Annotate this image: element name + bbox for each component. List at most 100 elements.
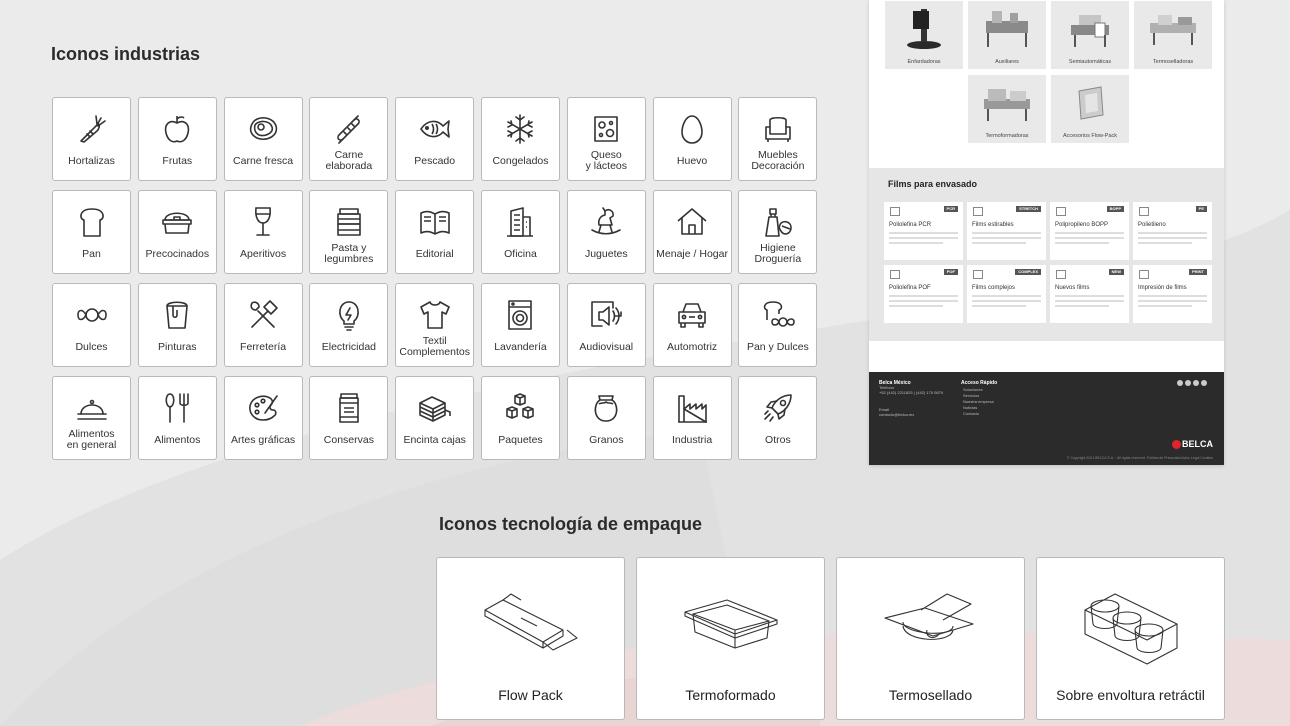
wine-glass-icon [255, 207, 272, 236]
industry-tile[interactable]: Frutas [137, 97, 217, 181]
film-title: Polipropileno BOPP [1055, 222, 1109, 228]
industry-label: Granos [589, 433, 624, 446]
films-section: Films para envasado PCR Poliolefina PCR S… [869, 168, 1224, 341]
film-card[interactable]: NEW Nuevos films [1050, 265, 1129, 323]
house-icon [677, 208, 707, 235]
film-card[interactable]: POF Poliolefina POF [884, 265, 963, 323]
product-card[interactable]: Semiautomáticas [1051, 1, 1129, 69]
industry-tile[interactable]: Artes gráficas [223, 376, 303, 460]
industry-tile[interactable]: Pan y Dulces [738, 283, 818, 367]
product-card[interactable]: Termoselladoras [1134, 1, 1212, 69]
product-card[interactable]: Auxiliares [968, 1, 1046, 69]
industry-tile[interactable]: Ferretería [223, 283, 303, 367]
industry-tile[interactable]: Encinta cajas [395, 376, 475, 460]
industry-label: Alimentos en general [66, 428, 117, 451]
packaging-card[interactable]: Termosellado [836, 557, 1025, 720]
industries-section-title: Iconos industrias [51, 44, 201, 64]
film-card[interactable]: PRINT Impresión de films [1133, 265, 1212, 323]
fish-icon [419, 120, 450, 138]
industry-tile[interactable]: Congelados [480, 97, 560, 181]
industry-tile[interactable]: Automotriz [652, 283, 732, 367]
film-card[interactable]: PE Polietileno [1133, 202, 1212, 260]
product-label: Termoselladoras [1152, 59, 1194, 65]
industry-tile[interactable]: Menaje / Hogar [652, 190, 732, 274]
industry-tile[interactable]: Granos [566, 376, 646, 460]
rocket-icon [764, 394, 792, 422]
film-doc-icon [890, 207, 900, 216]
industry-label: Hortalizas [68, 154, 115, 167]
facebook-icon[interactable] [1177, 380, 1183, 386]
industry-label: Pan y Dulces [746, 340, 809, 353]
thermosealer-machine-icon [1150, 15, 1196, 45]
industry-tile[interactable]: Editorial [395, 190, 475, 274]
product-card[interactable]: Accesorios Flow-Pack [1051, 75, 1129, 143]
flow-pack-icon [484, 593, 578, 651]
industry-tile[interactable]: Paquetes [480, 376, 560, 460]
snowflake-icon [507, 114, 534, 144]
product-label: Termoformadoras [985, 133, 1029, 139]
industry-tile[interactable]: Pasta y legumbres [309, 190, 389, 274]
industry-tile[interactable]: Aperitivos [223, 190, 303, 274]
packaging-label: Flow Pack [498, 687, 563, 703]
film-title: Impresión de films [1138, 285, 1187, 291]
industry-tile[interactable]: Alimentos [137, 376, 217, 460]
industry-tile[interactable]: Dulces [52, 283, 131, 367]
industry-tile[interactable]: Higiene Droguería [738, 190, 818, 274]
industry-tile[interactable]: Huevo [652, 97, 732, 181]
industry-label: Huevo [676, 154, 708, 167]
industry-tile[interactable]: Pescado [395, 97, 475, 181]
industry-label: Frutas [162, 154, 193, 167]
industry-tile[interactable]: Queso y lácteos [566, 97, 646, 181]
belca-logo[interactable]: BELCA [1172, 439, 1213, 449]
industry-label: Audiovisual [579, 340, 634, 353]
industry-tile[interactable]: Hortalizas [52, 97, 131, 181]
linkedin-icon[interactable] [1185, 380, 1191, 386]
shrink-wrap-icon [1084, 593, 1178, 665]
product-label: Auxiliares [995, 59, 1019, 65]
industry-tile[interactable]: Audiovisual [566, 283, 646, 367]
industry-label: Textil Complementos [399, 335, 470, 358]
industry-tile[interactable]: Precocinados [137, 190, 217, 274]
product-card[interactable]: Termoformadoras [968, 75, 1046, 143]
product-card[interactable]: Enfardadoras [885, 1, 963, 69]
industry-label: Aperitivos [240, 247, 287, 260]
industry-tile[interactable]: Electricidad [309, 283, 389, 367]
industry-tile[interactable]: Juguetes [566, 190, 646, 274]
thermoform-tray-icon [684, 599, 778, 649]
footer-email[interactable]: contacto@belca.mx [879, 412, 914, 418]
palette-icon [249, 395, 278, 421]
industry-tile[interactable]: Industria [652, 376, 732, 460]
film-card[interactable]: COMPLEX Films complejos [967, 265, 1046, 323]
boxes-icon [506, 393, 535, 419]
tshirt-icon [419, 301, 450, 329]
industry-label: Alimentos [154, 433, 201, 446]
industry-tile[interactable]: Alimentos en general [52, 376, 131, 460]
industry-tile[interactable]: Carne fresca [223, 97, 303, 181]
industry-tile[interactable]: Lavandería [480, 283, 560, 367]
packaging-card[interactable]: Flow Pack [436, 557, 625, 720]
industry-tile[interactable]: Textil Complementos [395, 283, 475, 367]
film-card[interactable]: PCR Poliolefina PCR [884, 202, 963, 260]
film-card[interactable]: STRETCH Films estirables [967, 202, 1046, 260]
industry-tile[interactable]: Oficina [480, 190, 560, 274]
industry-tile[interactable]: Muebles Decoración [738, 97, 818, 181]
food-container-icon [162, 212, 193, 234]
industry-tile[interactable]: Conservas [309, 376, 389, 460]
packaging-label: Termoformado [685, 687, 776, 703]
semiautomatic-machine-icon [1071, 15, 1109, 47]
packaging-card[interactable]: Sobre envoltura retráctil [1036, 557, 1225, 720]
stretch-wrapper-machine-icon [907, 9, 941, 49]
industry-tile[interactable]: Otros [738, 376, 818, 460]
whatsapp-icon[interactable] [1193, 380, 1199, 386]
youtube-icon[interactable] [1201, 380, 1207, 386]
industry-label: Paquetes [498, 433, 543, 446]
film-badge: STRETCH [1016, 206, 1041, 212]
industry-tile[interactable]: Pan [52, 190, 131, 274]
film-card[interactable]: BOPP Polipropileno BOPP [1050, 202, 1129, 260]
packaging-card[interactable]: Termoformado [636, 557, 825, 720]
washing-machine-icon [508, 300, 533, 330]
footer-link[interactable]: Contacto [963, 411, 979, 417]
industry-tile[interactable]: Carne elaborada [309, 97, 389, 181]
industry-tile[interactable]: Pinturas [137, 283, 217, 367]
logo-mark-icon [1172, 439, 1181, 449]
